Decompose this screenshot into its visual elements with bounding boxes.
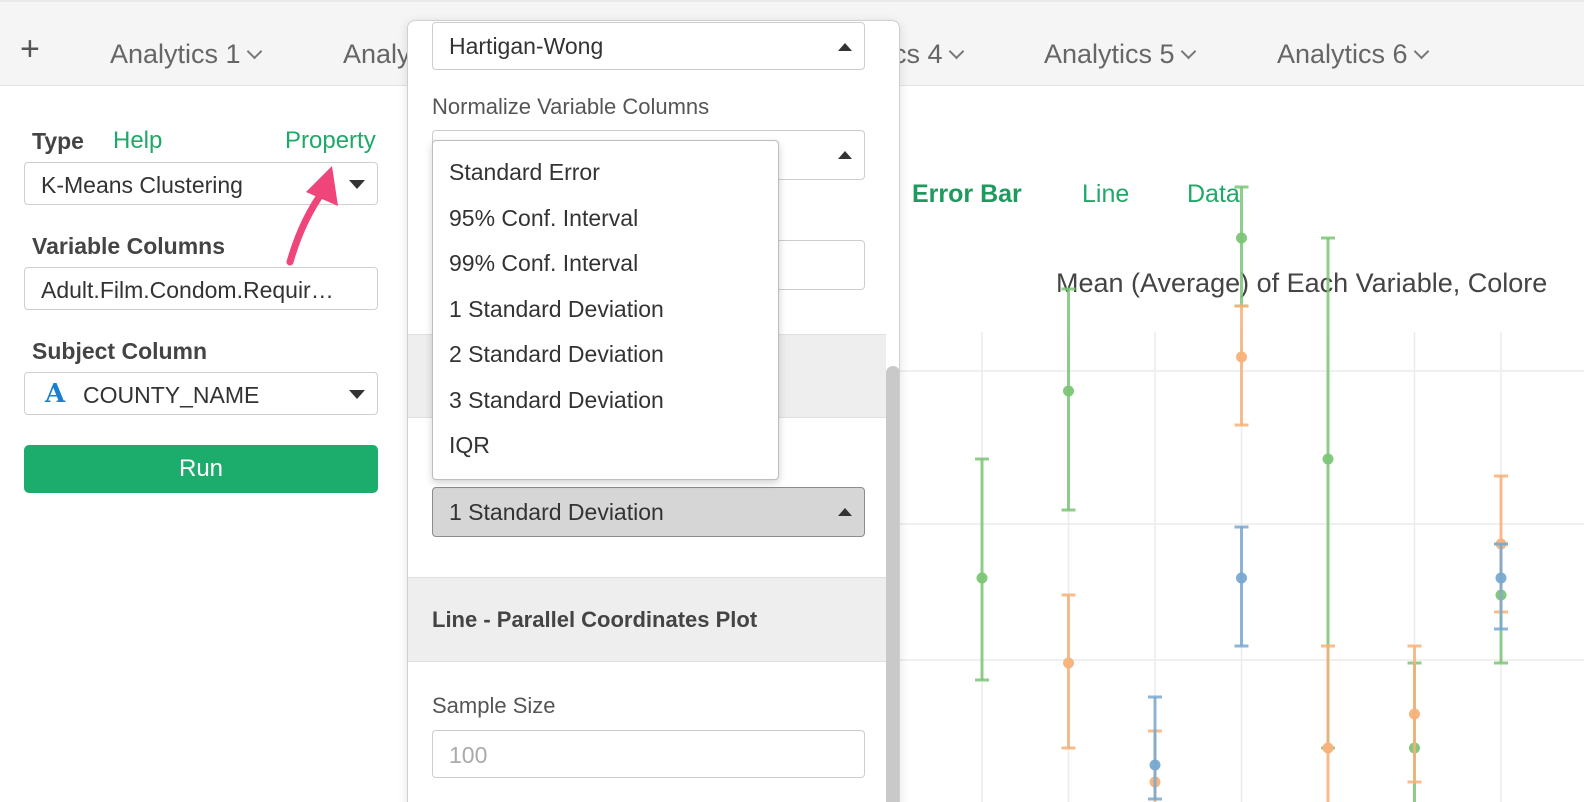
mean-point: [1236, 572, 1247, 584]
caret-up-icon: [838, 151, 852, 159]
caret-up-icon: [838, 508, 852, 516]
error-bar-type-select[interactable]: 1 Standard Deviation: [432, 487, 865, 537]
normalize-label: Normalize Variable Columns: [432, 94, 710, 119]
mean-point: [976, 572, 988, 584]
option-2-standard-deviation[interactable]: 2 Standard Deviation: [449, 341, 664, 368]
mean-point: [1063, 385, 1074, 397]
sample-size-label: Sample Size: [432, 693, 556, 718]
mean-point: [1149, 759, 1161, 771]
algorithm-value: Hartigan-Wong: [449, 33, 604, 59]
mean-point: [1063, 657, 1074, 669]
caret-up-icon: [838, 43, 852, 51]
error-bar-type-value: 1 Standard Deviation: [449, 499, 664, 525]
scrollbar[interactable]: [886, 366, 899, 802]
option-99-conf-interval[interactable]: 99% Conf. Interval: [449, 250, 638, 277]
line-section-header: Line - Parallel Coordinates Plot: [408, 577, 886, 662]
option-standard-error[interactable]: Standard Error: [449, 159, 600, 186]
error-bar-options-dropdown: Standard Error 95% Conf. Interval 99% Co…: [432, 140, 779, 480]
mean-point: [1236, 232, 1247, 244]
option-3-standard-deviation[interactable]: 3 Standard Deviation: [449, 387, 664, 414]
algorithm-select[interactable]: Hartigan-Wong: [432, 22, 865, 70]
option-1-standard-deviation[interactable]: 1 Standard Deviation: [449, 296, 664, 323]
mean-point: [1322, 742, 1334, 754]
mean-point: [1322, 453, 1334, 465]
mean-point: [1236, 351, 1247, 363]
option-95-conf-interval[interactable]: 95% Conf. Interval: [449, 205, 638, 232]
option-iqr[interactable]: IQR: [449, 432, 490, 459]
mean-point: [1495, 572, 1507, 584]
sample-size-input[interactable]: 100: [432, 730, 865, 778]
line-section-title: Line - Parallel Coordinates Plot: [432, 607, 758, 632]
mean-point: [1409, 708, 1420, 720]
sample-size-placeholder: 100: [449, 742, 488, 768]
